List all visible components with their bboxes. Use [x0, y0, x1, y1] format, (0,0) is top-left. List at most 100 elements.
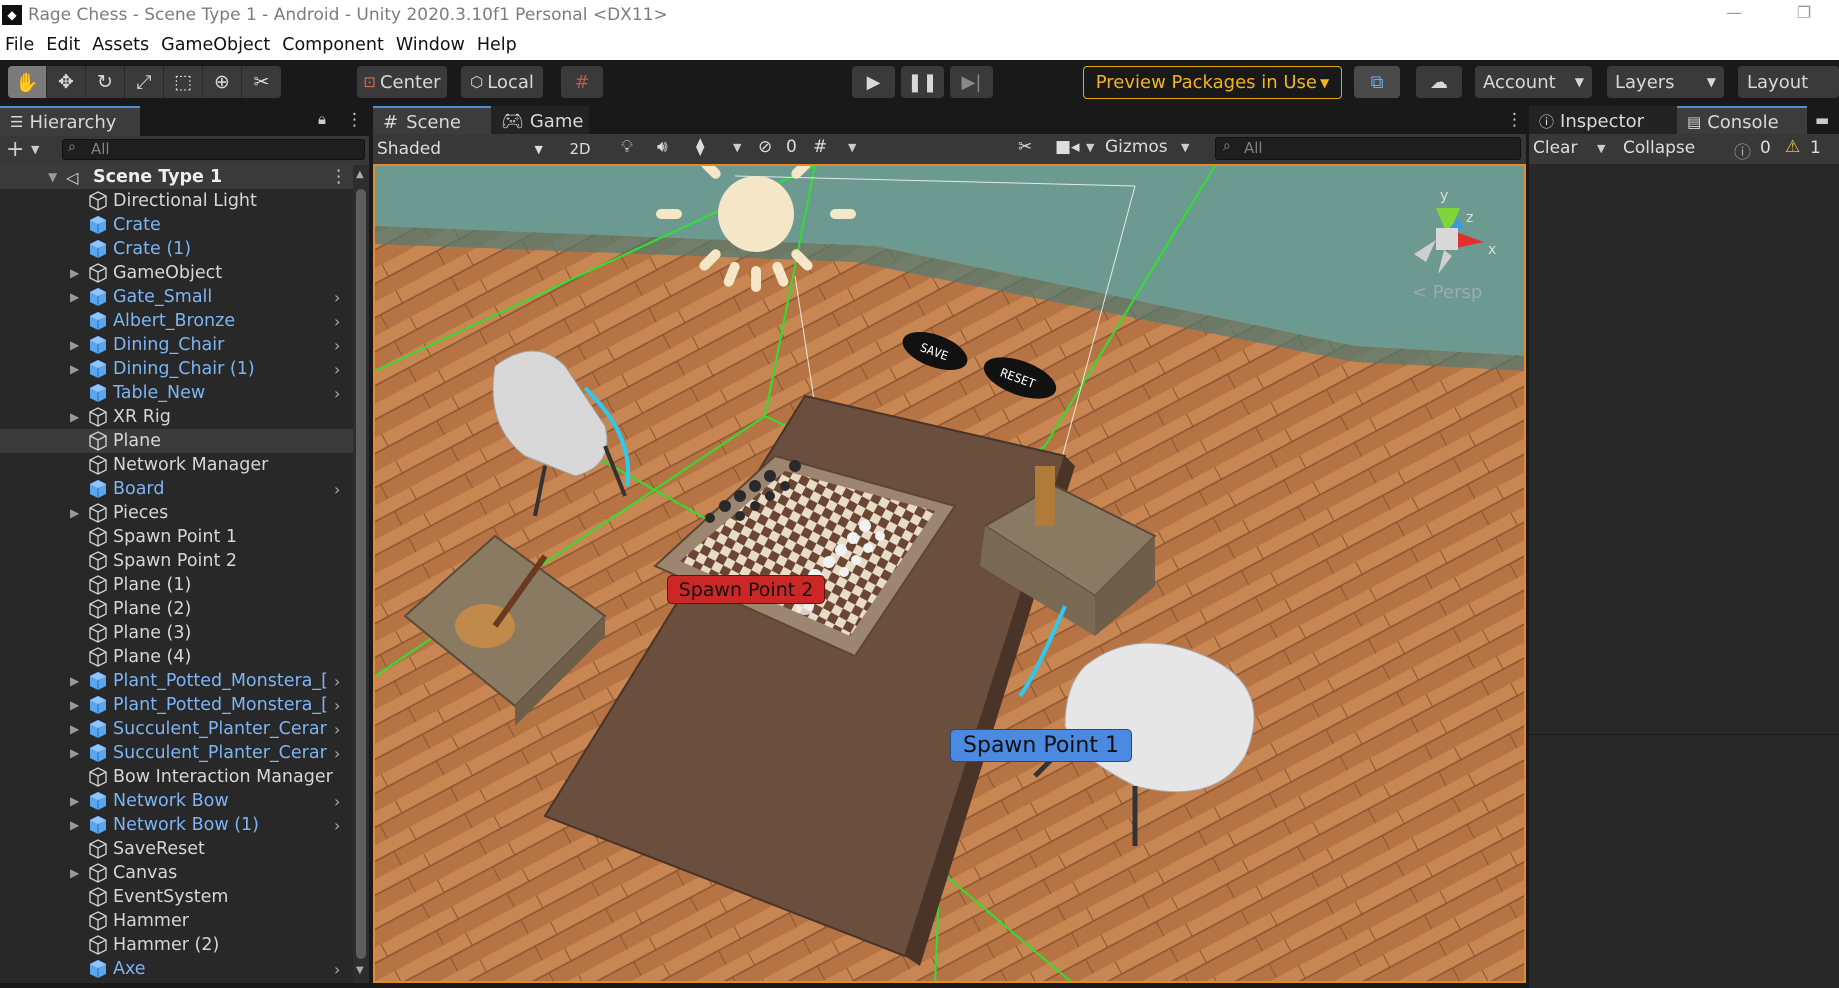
- tab-scene[interactable]: # Scene: [373, 106, 491, 136]
- hierarchy-item[interactable]: Albert_Bronze ›: [0, 309, 353, 333]
- pivot-local-button[interactable]: ⬡ Local: [461, 66, 543, 98]
- hierarchy-item[interactable]: Plane (3): [0, 621, 353, 645]
- hierarchy-scrollbar[interactable]: ▲ ▼: [353, 165, 369, 983]
- clear-button[interactable]: Clear: [1533, 138, 1577, 158]
- open-prefab-chevron-icon[interactable]: ›: [334, 336, 340, 355]
- hierarchy-item[interactable]: ▶ Succulent_Planter_Cerar ›: [0, 741, 353, 765]
- open-prefab-chevron-icon[interactable]: ›: [334, 960, 340, 979]
- hierarchy-item[interactable]: ▶ Gate_Small ›: [0, 285, 353, 309]
- scroll-up-icon[interactable]: ▲: [356, 169, 364, 180]
- preview-packages-button[interactable]: Preview Packages in Use ▼: [1083, 66, 1342, 99]
- hierarchy-item[interactable]: ▶ Succulent_Planter_Cerar ›: [0, 717, 353, 741]
- open-prefab-chevron-icon[interactable]: ›: [334, 672, 340, 691]
- expand-arrow-icon[interactable]: ▶: [70, 818, 84, 832]
- hierarchy-item[interactable]: EventSystem: [0, 885, 353, 909]
- camera-icon[interactable]: ■◂: [1055, 137, 1080, 157]
- move-tool-icon[interactable]: ✥: [47, 66, 86, 98]
- hierarchy-item[interactable]: ▶ Network Bow ›: [0, 789, 353, 813]
- step-button[interactable]: ▶|: [950, 66, 993, 98]
- open-prefab-chevron-icon[interactable]: ›: [334, 720, 340, 739]
- hierarchy-item[interactable]: SaveReset: [0, 837, 353, 861]
- dropdown-arrow-icon[interactable]: ▼: [31, 143, 39, 156]
- collapse-button[interactable]: Collapse: [1623, 138, 1695, 158]
- lighting-toggle-icon[interactable]: 💡︎: [621, 137, 633, 157]
- pivot-center-button[interactable]: ⊡ Center: [357, 66, 447, 98]
- expand-arrow-icon[interactable]: ▶: [70, 338, 84, 352]
- menu-edit[interactable]: Edit: [41, 35, 87, 55]
- hierarchy-item[interactable]: Board ›: [0, 477, 353, 501]
- lock-icon[interactable]: 🔒︎: [318, 110, 326, 128]
- error-icon[interactable]: ⓘ: [1734, 138, 1751, 163]
- hierarchy-item[interactable]: Hammer (2): [0, 933, 353, 957]
- expand-arrow-icon[interactable]: ▶: [70, 410, 84, 424]
- kebab-menu-icon[interactable]: ⋮: [346, 110, 363, 130]
- hand-tool-icon[interactable]: ✋: [8, 66, 47, 98]
- open-prefab-chevron-icon[interactable]: ›: [334, 360, 340, 379]
- expand-arrow-icon[interactable]: ▶: [70, 722, 84, 736]
- hierarchy-item[interactable]: Spawn Point 1: [0, 525, 353, 549]
- hierarchy-item[interactable]: ▶ Plant_Potted_Monstera_[›: [0, 669, 353, 693]
- open-prefab-chevron-icon[interactable]: ›: [334, 816, 340, 835]
- account-dropdown[interactable]: Account ▼: [1475, 66, 1592, 98]
- hierarchy-item[interactable]: Network Manager: [0, 453, 353, 477]
- expand-arrow-icon[interactable]: ▶: [70, 506, 84, 520]
- spawn-point-2-label[interactable]: Spawn Point 2: [667, 575, 825, 604]
- hierarchy-item[interactable]: Plane (2): [0, 597, 353, 621]
- hierarchy-item[interactable]: ▶ Network Bow (1) ›: [0, 813, 353, 837]
- hierarchy-item[interactable]: Plane (1): [0, 573, 353, 597]
- audio-toggle-icon[interactable]: 🔊︎: [657, 137, 668, 157]
- kebab-menu-icon[interactable]: ⋮: [330, 167, 348, 187]
- expand-arrow-icon[interactable]: ▶: [70, 290, 84, 304]
- hierarchy-root-scene[interactable]: ▼ ◁ Scene Type 1 ⋮: [0, 165, 353, 189]
- tab-console[interactable]: ▤ Console: [1677, 106, 1807, 136]
- scroll-down-icon[interactable]: ▼: [356, 965, 364, 976]
- visibility-icon[interactable]: ⊘: [758, 137, 772, 157]
- hierarchy-item[interactable]: Spawn Point 2: [0, 549, 353, 573]
- custom-tool-icon[interactable]: ✂: [242, 66, 281, 98]
- rect-tool-icon[interactable]: ⬚: [164, 66, 203, 98]
- dropdown-arrow-icon[interactable]: ▼: [848, 141, 856, 154]
- hierarchy-item[interactable]: Crate: [0, 213, 353, 237]
- add-icon[interactable]: +: [6, 137, 24, 162]
- hierarchy-item[interactable]: Plane (4): [0, 645, 353, 669]
- toggle-2d-button[interactable]: 2D: [560, 137, 600, 161]
- menu-help[interactable]: Help: [472, 35, 524, 55]
- effects-toggle-icon[interactable]: ⧫: [696, 137, 704, 157]
- minimize-button[interactable]: —: [1699, 0, 1769, 29]
- hierarchy-item[interactable]: ▶ Dining_Chair (1) ›: [0, 357, 353, 381]
- hierarchy-item[interactable]: Bow Interaction Manager: [0, 765, 353, 789]
- hierarchy-item[interactable]: ▶ XR Rig: [0, 405, 353, 429]
- hierarchy-item[interactable]: Hammer: [0, 909, 353, 933]
- collab-button[interactable]: ⧉: [1354, 66, 1400, 98]
- hierarchy-item[interactable]: ▶ Dining_Chair ›: [0, 333, 353, 357]
- dropdown-arrow-icon[interactable]: ▼: [733, 141, 741, 154]
- scrollbar-thumb[interactable]: [356, 189, 366, 959]
- expand-arrow-icon[interactable]: ▶: [70, 698, 84, 712]
- snap-grid-button[interactable]: #: [561, 66, 603, 98]
- hierarchy-item[interactable]: ▶ Plant_Potted_Monstera_[›: [0, 693, 353, 717]
- open-prefab-chevron-icon[interactable]: ›: [334, 384, 340, 403]
- menu-window[interactable]: Window: [391, 35, 472, 55]
- expand-arrow-icon[interactable]: ▶: [70, 674, 84, 688]
- scale-tool-icon[interactable]: ⤢: [125, 66, 164, 98]
- tab-inspector[interactable]: ⓘ Inspector: [1529, 106, 1677, 136]
- hierarchy-item[interactable]: ▶ Pieces: [0, 501, 353, 525]
- expand-arrow-icon[interactable]: ▼: [48, 170, 62, 184]
- grid-toggle-icon[interactable]: #: [813, 137, 827, 157]
- menu-file[interactable]: File: [0, 35, 41, 55]
- hierarchy-item[interactable]: ▶ GameObject: [0, 261, 353, 285]
- expand-arrow-icon[interactable]: ▶: [70, 866, 84, 880]
- console-log-area[interactable]: [1529, 164, 1839, 988]
- dropdown-arrow-icon[interactable]: ▼: [1181, 141, 1189, 154]
- hierarchy-item[interactable]: Plane: [0, 429, 353, 453]
- transform-tool-icon[interactable]: ⊕: [203, 66, 242, 98]
- hierarchy-item[interactable]: Table_New ›: [0, 381, 353, 405]
- cloud-button[interactable]: ☁: [1416, 66, 1462, 98]
- hierarchy-item[interactable]: Crate (1): [0, 237, 353, 261]
- tab-hierarchy[interactable]: ☰ Hierarchy: [0, 106, 140, 136]
- console-splitter[interactable]: [1529, 734, 1839, 735]
- spawn-point-1-label[interactable]: Spawn Point 1: [950, 729, 1132, 762]
- warning-icon[interactable]: ⚠: [1785, 137, 1800, 157]
- hierarchy-item[interactable]: ▶ Canvas: [0, 861, 353, 885]
- maximize-button[interactable]: ❐: [1769, 0, 1839, 29]
